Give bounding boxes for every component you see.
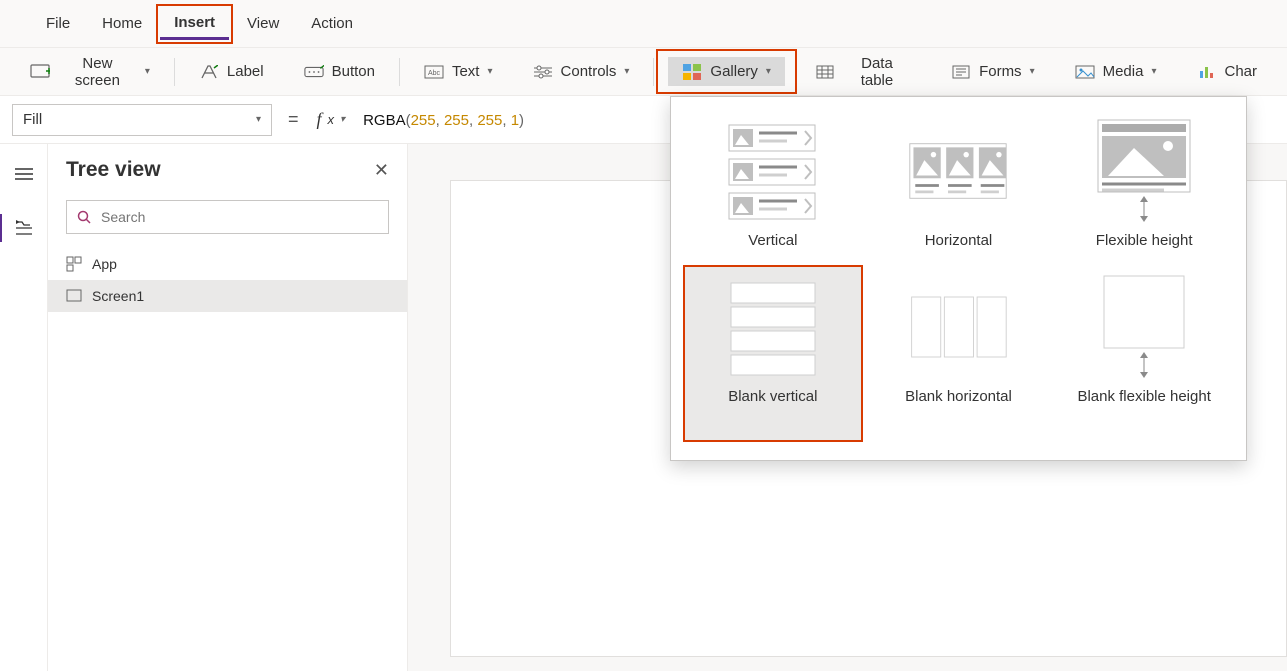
separator (399, 58, 400, 86)
gallery-dropdown-panel: Vertical (670, 96, 1247, 461)
search-icon (77, 210, 91, 224)
media-label: Media (1103, 63, 1144, 80)
formula-arg1: 255 (411, 112, 436, 129)
vertical-thumb-icon (723, 121, 823, 221)
formula-close: ) (519, 112, 524, 129)
media-button[interactable]: Media ▾ (1061, 57, 1171, 86)
tree-view-panel: Tree view ✕ App Screen1 (48, 144, 408, 671)
separator (174, 58, 175, 86)
gallery-option-label: Flexible height (1096, 231, 1193, 251)
formula-arg2: 255 (444, 112, 469, 129)
gallery-option-label: Blank flexible height (1077, 387, 1210, 407)
charts-label: Char (1224, 63, 1257, 80)
fx-button[interactable]: fx ▾ (317, 109, 346, 130)
search-input[interactable] (101, 209, 378, 225)
flexible-height-thumb-icon (1094, 121, 1194, 221)
data-table-label: Data table (843, 55, 911, 89)
gallery-button[interactable]: Gallery ▾ (668, 57, 785, 86)
chevron-down-icon: ▾ (624, 66, 629, 77)
menu-view[interactable]: View (233, 9, 293, 38)
chevron-down-icon: ▾ (1030, 66, 1035, 77)
menubar: File Home Insert View Action (0, 0, 1287, 48)
blank-vertical-thumb-icon (723, 277, 823, 377)
gallery-option-blank-flexible-height[interactable]: Blank flexible height (1056, 267, 1232, 441)
tree-item-label: Screen1 (92, 288, 144, 304)
forms-icon (951, 64, 971, 80)
formula-arg3: 255 (477, 112, 502, 129)
gallery-button-highlight: Gallery ▾ (658, 51, 795, 92)
controls-icon (533, 64, 553, 80)
tree-item-label: App (92, 256, 117, 272)
gallery-option-flexible-height[interactable]: Flexible height (1056, 111, 1232, 257)
tree-view-title: Tree view (66, 158, 161, 182)
button-icon (304, 64, 324, 80)
charts-icon (1196, 64, 1216, 80)
new-screen-icon (30, 64, 50, 80)
data-table-icon (815, 64, 835, 80)
gallery-label: Gallery (710, 63, 758, 80)
gallery-option-label: Blank vertical (728, 387, 817, 407)
search-box[interactable] (66, 200, 389, 234)
chevron-down-icon: ▾ (256, 114, 261, 125)
gallery-option-horizontal[interactable]: Horizontal (871, 111, 1047, 257)
text-icon: Abc (424, 64, 444, 80)
menu-file[interactable]: File (32, 9, 84, 38)
label-text: Label (227, 63, 264, 80)
button-button[interactable]: Button (290, 57, 389, 86)
new-screen-label: New screen (58, 55, 137, 89)
tree-item-screen1[interactable]: Screen1 (48, 280, 407, 312)
forms-button[interactable]: Forms ▾ (937, 57, 1049, 86)
chevron-down-icon: ▾ (340, 114, 345, 125)
controls-button[interactable]: Controls ▾ (519, 57, 644, 86)
gallery-icon (682, 64, 702, 80)
label-button[interactable]: Label (185, 57, 278, 86)
screen-icon (66, 289, 82, 303)
insert-toolbar: New screen ▾ Label Button Abc Text ▾ Con… (0, 48, 1287, 96)
media-icon (1075, 64, 1095, 80)
menu-insert[interactable]: Insert (160, 8, 229, 40)
close-icon[interactable]: ✕ (374, 160, 389, 181)
text-button[interactable]: Abc Text ▾ (410, 57, 507, 86)
property-name: Fill (23, 111, 42, 128)
gallery-option-vertical[interactable]: Vertical (685, 111, 861, 257)
blank-horizontal-thumb-icon (908, 277, 1008, 377)
tree-item-app[interactable]: App (48, 248, 407, 280)
gallery-option-blank-vertical[interactable]: Blank vertical (685, 267, 861, 441)
gallery-option-label: Vertical (748, 231, 797, 251)
tree-view-rail-icon[interactable] (8, 212, 40, 244)
tree-list: App Screen1 (48, 248, 407, 671)
separator (653, 58, 654, 86)
button-text: Button (332, 63, 375, 80)
label-icon (199, 64, 219, 80)
chevron-down-icon: ▾ (487, 66, 492, 77)
text-label: Text (452, 63, 480, 80)
new-screen-button[interactable]: New screen ▾ (16, 49, 164, 95)
forms-label: Forms (979, 63, 1022, 80)
menu-action[interactable]: Action (297, 9, 367, 38)
gallery-option-label: Horizontal (925, 231, 993, 251)
chevron-down-icon: ▾ (1151, 66, 1156, 77)
charts-button[interactable]: Char (1182, 57, 1271, 86)
equals-sign: = (288, 109, 299, 130)
svg-text:Abc: Abc (428, 70, 441, 77)
formula-arg4: 1 (511, 112, 519, 129)
chevron-down-icon: ▾ (145, 66, 150, 77)
blank-flexible-height-thumb-icon (1094, 277, 1194, 377)
gallery-option-blank-horizontal[interactable]: Blank horizontal (871, 267, 1047, 441)
app-icon (66, 256, 82, 272)
chevron-down-icon: ▾ (766, 66, 771, 77)
horizontal-thumb-icon (908, 121, 1008, 221)
hamburger-icon[interactable] (8, 158, 40, 190)
data-table-button[interactable]: Data table (801, 49, 925, 95)
menu-home[interactable]: Home (88, 9, 156, 38)
left-rail (0, 144, 48, 671)
controls-label: Controls (561, 63, 617, 80)
gallery-option-label: Blank horizontal (905, 387, 1012, 407)
formula-fn: RGBA (363, 112, 406, 129)
property-selector[interactable]: Fill ▾ (12, 104, 272, 136)
